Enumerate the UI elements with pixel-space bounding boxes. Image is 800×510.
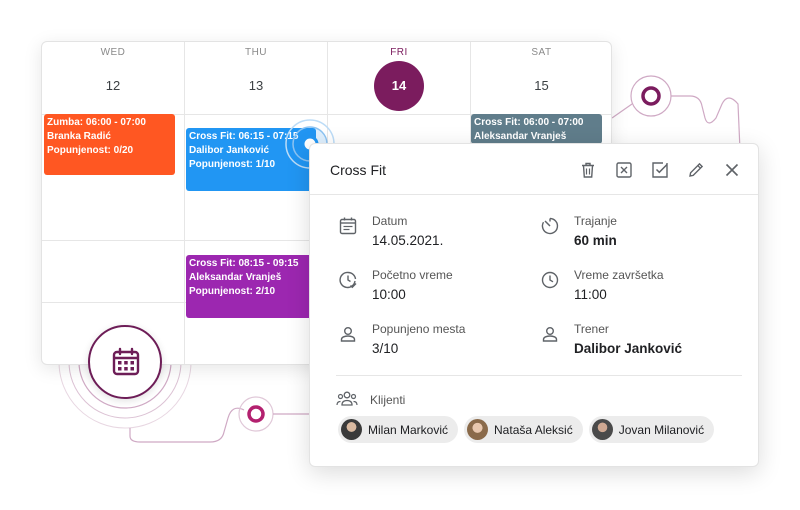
header-divider bbox=[310, 194, 758, 195]
end-time-label: Vreme završetka bbox=[574, 268, 664, 282]
event-title: Cross Fit: 06:00 - 07:00 bbox=[474, 117, 584, 128]
event-detail-panel: Cross Fit Datum 14.05.2021. Trajanje 60 … bbox=[309, 143, 759, 467]
day-number: 15 bbox=[534, 78, 549, 93]
duration-label: Trajanje bbox=[574, 214, 617, 228]
client-name: Nataša Aleksić bbox=[494, 422, 573, 437]
event-trainer: Aleksandar Vranješ bbox=[189, 272, 282, 283]
group-icon bbox=[336, 391, 358, 406]
event-zumba[interactable]: Zumba: 06:00 - 07:00 Branka Radić Popunj… bbox=[44, 114, 175, 175]
client-name: Milan Marković bbox=[368, 422, 449, 437]
close-button[interactable] bbox=[720, 158, 744, 182]
occupancy-label: Popunjeno mesta bbox=[372, 322, 466, 336]
person-icon bbox=[340, 327, 356, 342]
day-column-wed[interactable]: WED 12 bbox=[42, 42, 185, 364]
panel-toolbar bbox=[576, 158, 744, 182]
client-chip[interactable]: Nataša Aleksić bbox=[464, 416, 583, 443]
avatar bbox=[591, 419, 613, 440]
day-header: FRI 14 bbox=[328, 42, 470, 114]
edit-button[interactable] bbox=[684, 158, 708, 182]
calendar-icon bbox=[112, 347, 140, 376]
date-value: 14.05.2021. bbox=[372, 233, 444, 248]
calendar-badge bbox=[88, 325, 162, 399]
panel-title: Cross Fit bbox=[330, 162, 386, 178]
client-chip[interactable]: Milan Marković bbox=[338, 416, 459, 443]
day-header: WED 12 bbox=[42, 42, 184, 114]
day-number: 12 bbox=[105, 78, 121, 93]
confirm-event-button[interactable] bbox=[648, 158, 672, 182]
day-name: FRI bbox=[390, 47, 408, 58]
event-trainer: Aleksandar Vranješ bbox=[474, 131, 567, 142]
delete-button[interactable] bbox=[576, 158, 600, 182]
day-header: THU 13 bbox=[185, 42, 327, 114]
calendar-note-icon bbox=[339, 217, 357, 235]
close-box-icon bbox=[616, 162, 632, 178]
end-time-value: 11:00 bbox=[574, 287, 607, 302]
cancel-event-button[interactable] bbox=[612, 158, 636, 182]
client-chip[interactable]: Jovan Milanović bbox=[588, 416, 715, 443]
trash-icon bbox=[582, 162, 594, 178]
occupancy-value: 3/10 bbox=[372, 341, 399, 356]
day-number: 13 bbox=[248, 78, 264, 93]
avatar bbox=[467, 419, 489, 440]
day-name: WED bbox=[100, 47, 126, 58]
clients-divider bbox=[336, 375, 742, 376]
event-occupancy: Popunjenost: 0/20 bbox=[47, 145, 134, 156]
day-name: SAT bbox=[531, 47, 552, 58]
clock-check-icon bbox=[339, 271, 357, 289]
clients-label: Klijenti bbox=[370, 393, 406, 407]
duration-value: 60 min bbox=[574, 233, 617, 248]
clock-icon bbox=[541, 271, 559, 289]
start-time-label: Početno vreme bbox=[372, 268, 453, 282]
today-day-number: 14 bbox=[374, 61, 424, 111]
avatar bbox=[341, 419, 362, 440]
client-name: Jovan Milanović bbox=[618, 422, 705, 437]
event-trainer: Branka Radić bbox=[47, 131, 111, 142]
close-icon bbox=[725, 163, 739, 177]
pencil-icon bbox=[689, 162, 704, 177]
start-time-value: 10:00 bbox=[372, 287, 406, 302]
client-chips: Milan Marković Nataša Aleksić Jovan Mila… bbox=[338, 416, 715, 443]
trainer-label: Trener bbox=[574, 322, 609, 336]
check-box-icon bbox=[652, 162, 668, 178]
date-label: Datum bbox=[372, 214, 408, 228]
event-occupancy: Popunjenost: 2/10 bbox=[189, 286, 276, 297]
event-title: Zumba: 06:00 - 07:00 bbox=[47, 117, 146, 128]
event-crossfit-sat[interactable]: Cross Fit: 06:00 - 07:00 Aleksandar Vran… bbox=[471, 114, 602, 144]
day-header: SAT 15 bbox=[471, 42, 611, 114]
person-icon bbox=[542, 327, 558, 342]
timer-icon bbox=[541, 217, 559, 235]
event-title: Cross Fit: 08:15 - 09:15 bbox=[189, 258, 299, 269]
day-name: THU bbox=[244, 47, 268, 58]
event-crossfit-thu-late[interactable]: Cross Fit: 08:15 - 09:15 Aleksandar Vran… bbox=[186, 255, 316, 318]
trainer-value: Dalibor Janković bbox=[574, 341, 683, 356]
